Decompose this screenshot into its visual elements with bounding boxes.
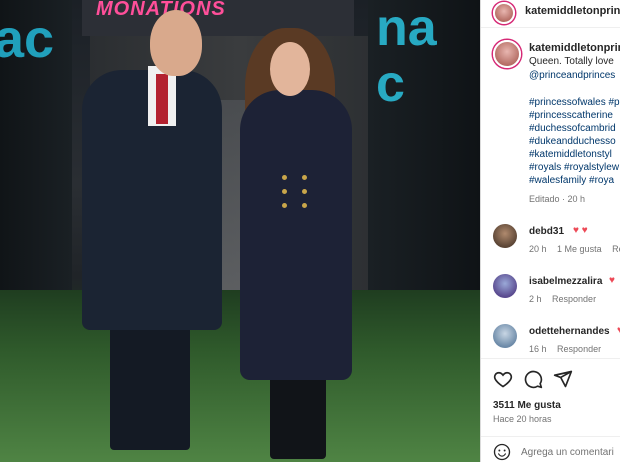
heart-icon[interactable]	[493, 369, 513, 389]
caption-block: katemiddletonprince Queen. Totally love …	[481, 36, 620, 216]
right-wall-text: nac	[376, 0, 437, 113]
hashtag-line[interactable]: #duchessofcambrid	[529, 122, 620, 135]
left-wall-text: ac	[0, 10, 55, 69]
post-photo[interactable]: MONATIONS ac nac	[0, 0, 480, 462]
comment-time: 2 h	[529, 294, 542, 304]
comment-item: debd31 ♥ ♥ 20 h 1 Me gusta Re	[481, 224, 620, 264]
comment-meta: 2 h Responder	[529, 294, 604, 304]
comment-reply-button[interactable]: Re	[612, 244, 620, 254]
comment-input[interactable]	[521, 444, 620, 460]
emoji-icon[interactable]	[493, 443, 511, 461]
post-sidebar: katemiddletonprinc katemiddletonprince Q…	[480, 0, 620, 462]
hashtag-line[interactable]: #princesscatherine	[529, 109, 620, 122]
author-avatar[interactable]	[493, 2, 515, 24]
comment-meta: 16 h Responder	[529, 344, 609, 354]
man-head	[150, 10, 202, 76]
comment-likes[interactable]: 1 Me gusta	[557, 244, 602, 254]
comment-meta: 20 h 1 Me gusta Re	[529, 244, 620, 254]
edited-label: Editado · 20 h	[529, 194, 586, 204]
commenter-avatar[interactable]	[493, 274, 517, 298]
comment-reply-button[interactable]: Responder	[552, 294, 596, 304]
comment-text: ♥	[609, 275, 615, 286]
action-bar	[481, 358, 620, 398]
share-icon[interactable]	[553, 369, 573, 389]
hashtag-line[interactable]: #royals #royalstylew	[529, 161, 620, 174]
comment-icon[interactable]	[523, 369, 543, 389]
likes-count[interactable]: 3511 Me gusta	[493, 400, 561, 411]
hashtag-line[interactable]: #dukeandduchesso	[529, 135, 620, 148]
comment-time: 16 h	[529, 344, 547, 354]
hashtag-list: #princessofwales #p #princesscatherine #…	[529, 96, 620, 187]
comment-reply-button[interactable]: Responder	[557, 344, 601, 354]
man-legs	[110, 320, 190, 450]
woman-coat	[240, 90, 352, 380]
comment-text: ♥ ♥	[573, 225, 588, 236]
commenter-avatar[interactable]	[493, 324, 517, 348]
comment-username[interactable]: debd31	[529, 226, 564, 237]
add-comment-bar	[481, 436, 620, 462]
banner-text: MONATIONS	[96, 0, 226, 20]
commenter-avatar[interactable]	[493, 224, 517, 248]
comment-username[interactable]: isabelmezzalira	[529, 276, 602, 287]
comment-item: isabelmezzalira ♥ 2 h Responder	[481, 274, 620, 314]
coat-buttons	[282, 175, 310, 215]
caption-username[interactable]: katemiddletonprince	[529, 42, 620, 54]
comment-username[interactable]: odettehernandes	[529, 326, 610, 337]
instagram-post-view: MONATIONS ac nac katemiddletonprinc kate…	[0, 0, 620, 462]
caption-text: Queen. Totally love	[529, 56, 614, 67]
caption-mention[interactable]: @princeandprinces	[529, 70, 615, 81]
left-wall-panel: ac	[0, 0, 72, 330]
hashtag-line[interactable]: #walesfamily #roya	[529, 174, 620, 187]
post-time: Hace 20 horas	[493, 414, 552, 424]
comment-time: 20 h	[529, 244, 547, 254]
header-username[interactable]: katemiddletonprinc	[525, 5, 620, 17]
woman-boots	[270, 375, 326, 459]
post-header: katemiddletonprinc	[481, 0, 620, 28]
woman-face	[270, 42, 310, 96]
man-tie	[156, 74, 168, 124]
hashtag-line[interactable]: #princessofwales #p	[529, 96, 620, 109]
caption-avatar[interactable]	[493, 40, 521, 68]
hashtag-line[interactable]: #katemiddletonstyl	[529, 148, 620, 161]
